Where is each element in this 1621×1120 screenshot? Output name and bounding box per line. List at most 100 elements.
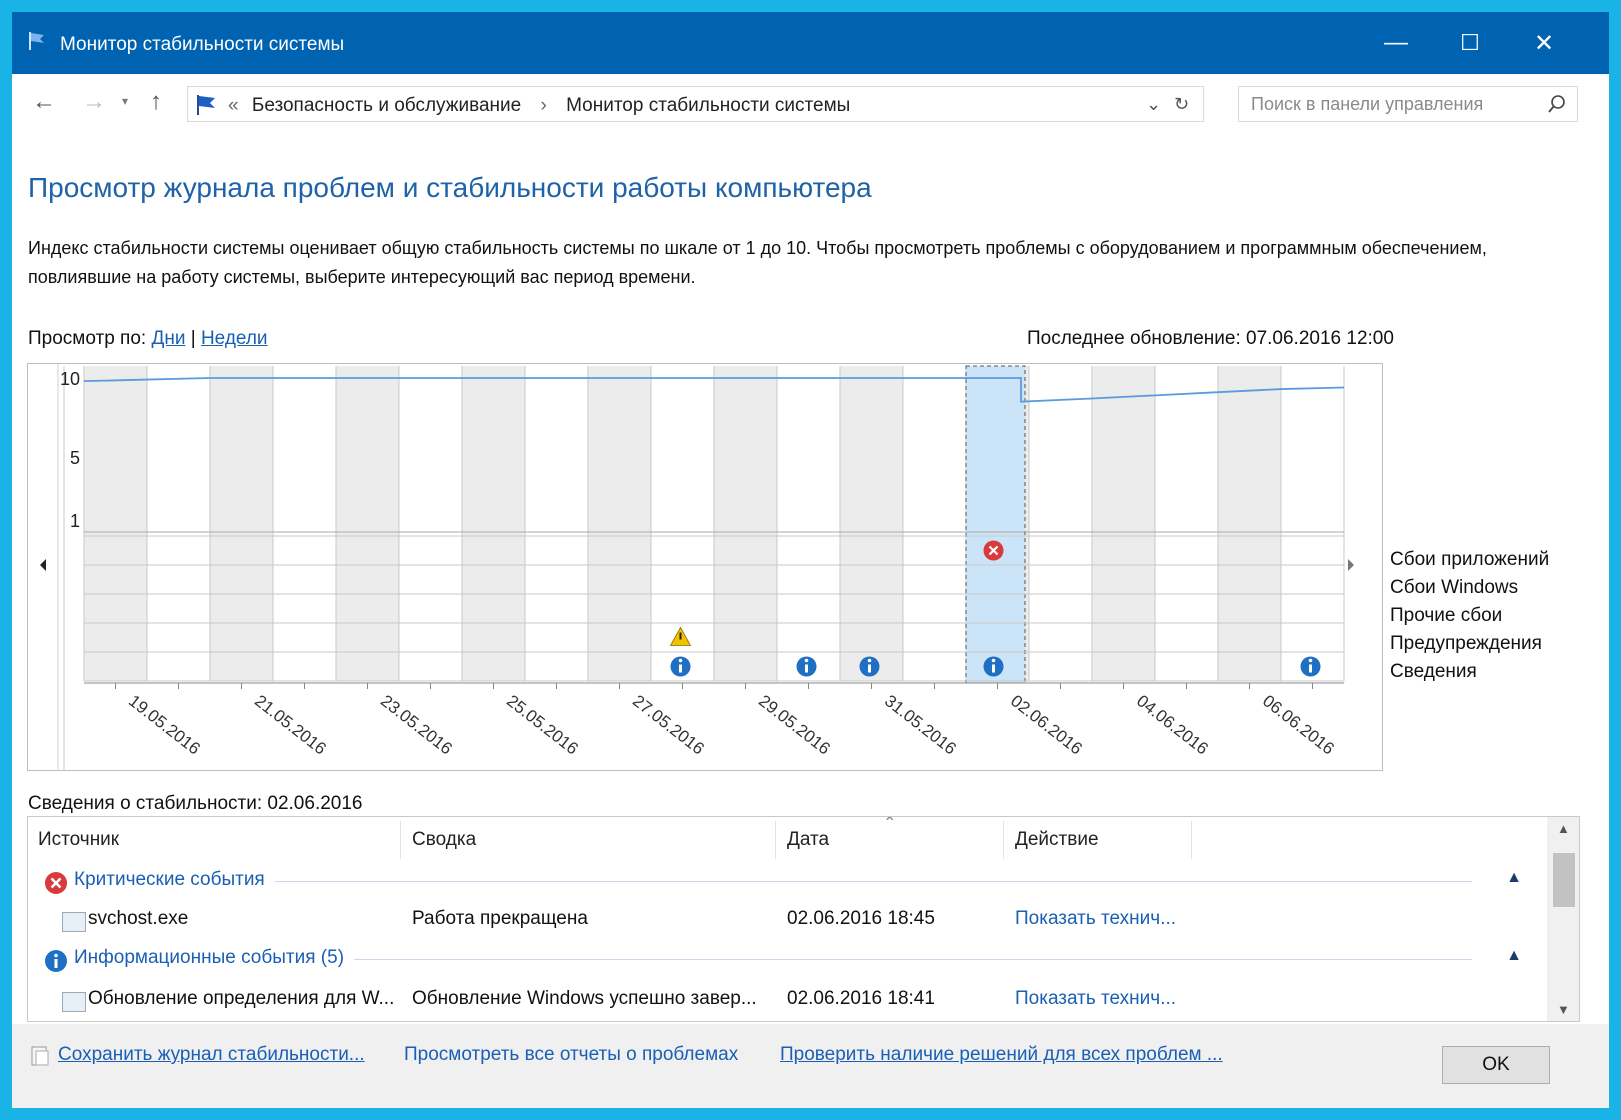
search-input[interactable]: [1249, 93, 1533, 116]
save-report-icon: [31, 1046, 49, 1066]
scroll-right-arrow-icon[interactable]: [1348, 559, 1354, 571]
col-date[interactable]: Дата: [787, 829, 829, 851]
chart-column: [777, 366, 840, 681]
date-label: 25.05.2016: [503, 691, 582, 758]
minimize-button[interactable]: —: [1359, 12, 1433, 74]
window-title: Монитор стабильности системы: [60, 34, 345, 55]
view-divider: |: [190, 328, 196, 349]
chart-column: [840, 366, 903, 681]
breadcrumb-stability-monitor[interactable]: Монитор стабильности системы: [566, 95, 850, 116]
col-source[interactable]: Источник: [38, 829, 119, 851]
recent-pages-chevron-icon[interactable]: ▾: [122, 94, 128, 108]
view-by: Просмотр по: Дни | Недели: [28, 328, 268, 350]
info-icon-stem: [679, 664, 682, 673]
date-label: 04.06.2016: [1133, 691, 1212, 758]
page-title: Просмотр журнала проблем и стабильности …: [28, 172, 872, 203]
ok-button[interactable]: OK: [1442, 1046, 1550, 1084]
chart-column: [210, 366, 273, 681]
stability-chart[interactable]: 10 5 1 19.05.2016 21.05.2016 23.05.2016 25.05.…: [27, 363, 1383, 771]
title-bar[interactable]: Монитор стабильности системы — ☐ ✕: [12, 12, 1609, 74]
group-information-label: Информационные события (5): [74, 947, 355, 969]
scroll-down-icon[interactable]: ▼: [1557, 1002, 1570, 1017]
warning-icon-mark: [679, 632, 682, 640]
row-date: 02.06.2016 18:41: [787, 988, 935, 1009]
address-dropdown-icon[interactable]: ⌄: [1146, 94, 1161, 115]
date-label: 23.05.2016: [377, 691, 456, 758]
col-summary[interactable]: Сводка: [412, 829, 476, 851]
scroll-up-icon[interactable]: ▲: [1557, 821, 1570, 836]
event-legend: Сбои приложений Сбои Windows Прочие сбои…: [1390, 546, 1549, 686]
details-table: Источник Сводка Дата ⌃ Действие Критичес…: [27, 816, 1580, 1022]
update-icon: [62, 992, 86, 1012]
row-date: 02.06.2016 18:45: [787, 908, 935, 929]
column-divider[interactable]: [1191, 821, 1192, 859]
security-flag-icon: [197, 95, 215, 115]
navigation-bar: ← → ▾ ↑ « Безопасность и обслуживание › …: [12, 74, 1609, 132]
column-divider[interactable]: [1003, 821, 1004, 859]
date-label: 19.05.2016: [125, 691, 204, 758]
chart-column: [714, 366, 777, 681]
row-source: svchost.exe: [88, 908, 189, 929]
breadcrumb-separator-icon: ›: [540, 95, 547, 116]
details-title: Сведения о стабильности: 02.06.2016: [28, 793, 363, 814]
address-bar[interactable]: « Безопасность и обслуживание › Монитор …: [187, 86, 1204, 122]
close-button[interactable]: ✕: [1507, 12, 1581, 74]
view-days-link[interactable]: Дни: [151, 328, 185, 349]
collapse-chevron-icon[interactable]: ▲: [1506, 869, 1522, 887]
table-header: Источник Сводка Дата ⌃ Действие: [28, 817, 1579, 861]
table-row[interactable]: svchost.exe Работа прекращена 02.06.2016…: [28, 902, 1528, 936]
page-description: Индекс стабильности системы оценивает об…: [28, 238, 1487, 287]
maximize-button[interactable]: ☐: [1433, 12, 1507, 74]
column-divider[interactable]: [400, 821, 401, 859]
check-solutions-link[interactable]: Проверить наличие решений для всех пробл…: [780, 1044, 1223, 1066]
chart-column: [1281, 366, 1344, 681]
view-weeks-link[interactable]: Недели: [201, 328, 268, 349]
info-icon-dot: [678, 658, 683, 663]
chart-column: [147, 366, 210, 681]
date-label: 31.05.2016: [881, 691, 960, 758]
forward-arrow-icon[interactable]: →: [82, 88, 106, 116]
group-rule: [82, 881, 1472, 882]
row-source: Обновление определения для W...: [88, 988, 395, 1009]
error-icon: [45, 872, 67, 894]
refresh-icon[interactable]: ↻: [1174, 94, 1189, 115]
column-divider[interactable]: [775, 821, 776, 859]
app-icon: [62, 912, 86, 932]
search-box[interactable]: [1238, 86, 1578, 122]
info-icon-stem: [992, 664, 995, 673]
back-arrow-icon[interactable]: ←: [32, 88, 56, 116]
col-action[interactable]: Действие: [1015, 829, 1099, 851]
chart-column: [588, 366, 651, 681]
search-icon[interactable]: [1547, 94, 1567, 114]
breadcrumb-security[interactable]: Безопасность и обслуживание: [252, 95, 521, 116]
show-details-link[interactable]: Показать технич...: [1015, 908, 1176, 930]
stability-chart-svg[interactable]: 10 5 1 19.05.2016 21.05.2016 23.05.2016 25.05.…: [28, 364, 1382, 770]
vertical-scrollbar[interactable]: ▲ ▼: [1547, 817, 1579, 1021]
info-icon-dot: [991, 658, 996, 663]
view-all-reports-link[interactable]: Просмотреть все отчеты о проблемах: [404, 1044, 738, 1066]
group-information-events[interactable]: Информационные события (5) ▲: [42, 943, 1522, 977]
chart-column: [525, 366, 588, 681]
scroll-thumb[interactable]: [1553, 853, 1575, 907]
last-update: Последнее обновление: 07.06.2016 12:00: [1027, 328, 1394, 349]
chart-column: [84, 366, 147, 681]
y-tick-label: 10: [60, 369, 80, 389]
table-row[interactable]: Обновление определения для W... Обновлен…: [28, 982, 1528, 1016]
address-overflow[interactable]: «: [228, 95, 239, 116]
group-critical-events[interactable]: Критические события ▲: [42, 865, 1522, 899]
sort-caret-icon: ⌃: [883, 816, 897, 832]
maximize-icon: ☐: [1460, 30, 1480, 55]
date-label: 06.06.2016: [1259, 691, 1338, 758]
up-arrow-icon[interactable]: ↑: [150, 88, 162, 116]
save-history-link[interactable]: Сохранить журнал стабильности...: [58, 1044, 365, 1066]
chart-column: [399, 366, 462, 681]
flag-icon: [29, 32, 44, 50]
chart-column: [903, 366, 966, 681]
row-summary: Обновление Windows успешно завер...: [412, 988, 757, 1009]
chart-column: [336, 366, 399, 681]
footer-bar: Сохранить журнал стабильности... Просмот…: [12, 1024, 1609, 1108]
show-details-link[interactable]: Показать технич...: [1015, 988, 1176, 1010]
legend-information: Сведения: [1390, 661, 1477, 682]
legend-misc-failures: Прочие сбои: [1390, 605, 1503, 626]
collapse-chevron-icon[interactable]: ▲: [1506, 947, 1522, 965]
